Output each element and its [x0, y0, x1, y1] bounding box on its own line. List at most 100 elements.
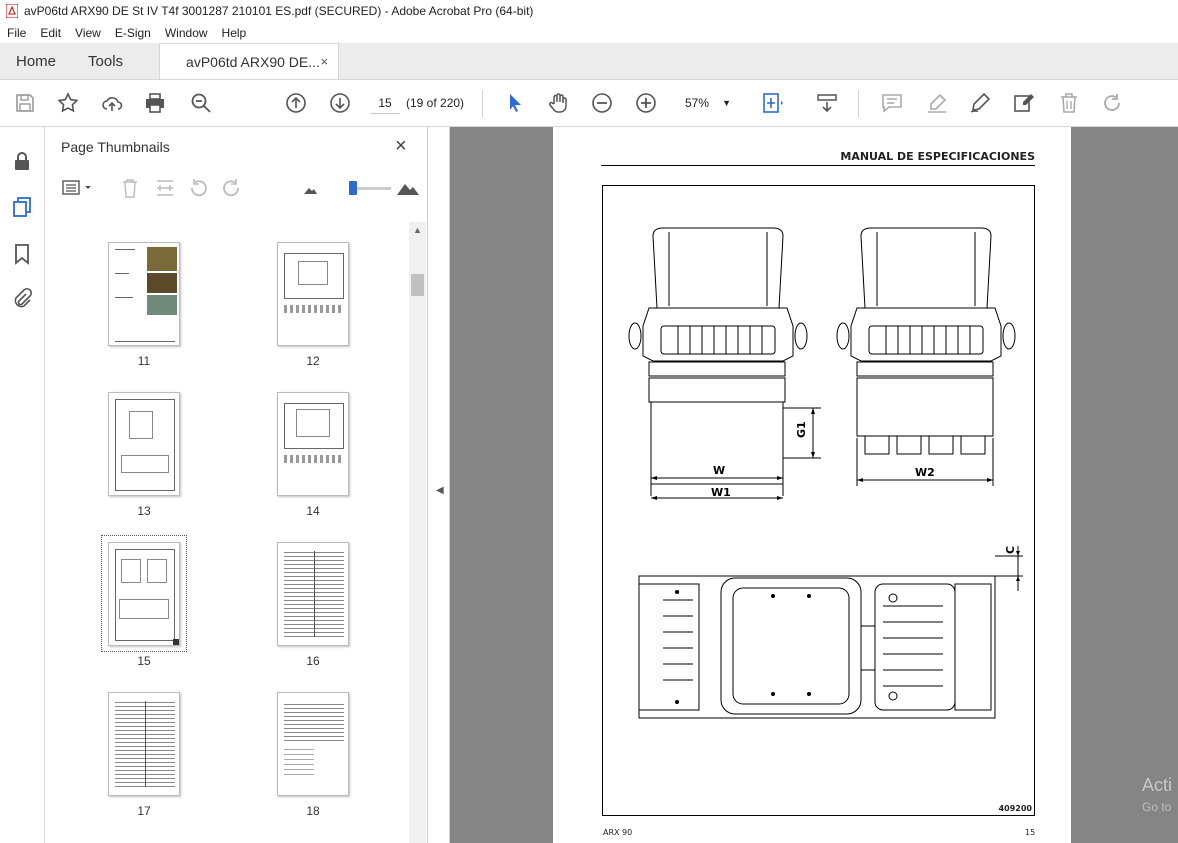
- highlight-icon[interactable]: [925, 91, 949, 115]
- thumbnail-small-icon[interactable]: [299, 177, 321, 199]
- thumbnail-list: 11 12 13 14 15 16 17 18: [45, 222, 409, 843]
- thumbnail-scrollbar[interactable]: ▲: [409, 222, 426, 843]
- thumbnail-image: [277, 242, 349, 346]
- page-count: (19 of 220): [406, 96, 465, 110]
- attachments-icon[interactable]: [10, 287, 34, 311]
- print-icon[interactable]: [143, 91, 167, 115]
- thumbnail-page-18[interactable]: 18: [277, 692, 349, 818]
- tab-home[interactable]: Home: [0, 43, 72, 79]
- thumbnail-page-13[interactable]: 13: [108, 392, 180, 518]
- delete-page-icon[interactable]: [119, 177, 141, 199]
- dim-w1: W1: [711, 486, 731, 499]
- thumbnail-label: 11: [137, 354, 151, 368]
- thumbnail-page-11[interactable]: 11: [108, 242, 180, 368]
- menu-window[interactable]: Window: [158, 26, 215, 40]
- page-down-icon[interactable]: [328, 91, 352, 115]
- tab-document[interactable]: avP06td ARX90 DE... ×: [159, 43, 340, 79]
- menu-help[interactable]: Help: [215, 26, 254, 40]
- drawing-frame: W W1 G1 W2 C 409200: [602, 185, 1035, 816]
- sign-icon[interactable]: [968, 91, 992, 115]
- thumbnail-image: [108, 542, 180, 646]
- thumbnail-image: [277, 542, 349, 646]
- scroll-up-icon[interactable]: ▲: [413, 225, 422, 235]
- thumbnails-panel: Page Thumbnails × 11 12 13 14 15 16 17 1…: [45, 127, 428, 843]
- window-title: avP06td ARX90 DE St IV T4f 3001287 21010…: [24, 4, 534, 18]
- tab-tools[interactable]: Tools: [72, 43, 139, 79]
- main-toolbar: 15 (19 of 220) 57% ▼: [0, 80, 1178, 127]
- left-rail: [0, 127, 45, 843]
- save-icon[interactable]: [13, 91, 37, 115]
- thumbnail-image: [108, 692, 180, 796]
- upload-icon[interactable]: [100, 91, 124, 115]
- page-number-input[interactable]: 15: [370, 92, 400, 114]
- thumbnail-label: 16: [306, 654, 320, 668]
- menu-edit[interactable]: Edit: [33, 26, 68, 40]
- select-cursor-icon[interactable]: [503, 91, 527, 115]
- thumbnail-page-12[interactable]: 12: [277, 242, 349, 368]
- fit-page-icon[interactable]: [760, 91, 784, 115]
- tab-close-icon[interactable]: ×: [320, 54, 328, 69]
- bookmark-star-icon[interactable]: [56, 91, 80, 115]
- acrobat-app-icon: [6, 4, 18, 18]
- rotate-icon[interactable]: [1100, 91, 1124, 115]
- tab-document-label: avP06td ARX90 DE...: [186, 53, 320, 70]
- comment-icon[interactable]: [880, 91, 904, 115]
- slider-knob[interactable]: [349, 181, 357, 195]
- dim-w2: W2: [915, 466, 935, 479]
- page-up-icon[interactable]: [284, 91, 308, 115]
- title-bar: avP06td ARX90 DE St IV T4f 3001287 21010…: [0, 0, 1178, 22]
- zoom-in-icon[interactable]: [634, 91, 658, 115]
- search-zoom-icon[interactable]: [189, 91, 213, 115]
- options-menu-icon[interactable]: [61, 177, 95, 199]
- scrollbar-thumb[interactable]: [411, 274, 424, 296]
- zoom-value: 57%: [685, 96, 710, 110]
- document-page: MANUAL DE ESPECIFICACIONES W W1 G1 W2 C …: [553, 127, 1071, 843]
- thumbnail-label: 17: [137, 804, 151, 818]
- figure-code: 409200: [998, 804, 1032, 813]
- thumbnail-size-slider[interactable]: [349, 181, 391, 195]
- panel-title: Page Thumbnails: [61, 139, 170, 155]
- page-thumbnails-icon[interactable]: [10, 195, 34, 219]
- lock-icon[interactable]: [10, 149, 34, 173]
- thumbnail-page-16[interactable]: 16: [277, 542, 349, 668]
- collapse-panel-icon[interactable]: ◀: [436, 485, 444, 496]
- thumbnail-label: 15: [137, 654, 151, 668]
- thumbnail-label: 12: [306, 354, 320, 368]
- dim-c: C: [1004, 546, 1017, 554]
- fill-sign-icon[interactable]: [1012, 91, 1036, 115]
- page-footer-model: ARX 90: [603, 828, 633, 837]
- thumbnail-page-14[interactable]: 14: [277, 392, 349, 518]
- zoom-select[interactable]: 57% ▼: [677, 92, 737, 114]
- menu-esign[interactable]: E-Sign: [108, 26, 158, 40]
- thumbnail-toolbar: [59, 177, 419, 203]
- rotate-cw-icon[interactable]: [221, 177, 243, 199]
- hand-icon[interactable]: [546, 91, 570, 115]
- dim-g1: G1: [795, 421, 808, 438]
- toolbar-divider: [482, 90, 483, 117]
- document-viewer[interactable]: MANUAL DE ESPECIFICACIONES W W1 G1 W2 C …: [450, 127, 1178, 843]
- thumbnail-label: 18: [306, 804, 320, 818]
- zoom-out-icon[interactable]: [590, 91, 614, 115]
- rotate-ccw-icon[interactable]: [187, 177, 209, 199]
- chevron-down-icon: ▼: [722, 98, 731, 108]
- menu-file[interactable]: File: [0, 26, 33, 40]
- menu-bar: File Edit View E-Sign Window Help: [0, 22, 1178, 43]
- bookmarks-icon[interactable]: [10, 242, 34, 266]
- menu-view[interactable]: View: [68, 26, 108, 40]
- extract-page-icon[interactable]: [154, 177, 176, 199]
- page-header: MANUAL DE ESPECIFICACIONES: [601, 150, 1035, 166]
- dim-w: W: [713, 464, 725, 477]
- tab-bar: Home Tools avP06td ARX90 DE... ×: [0, 43, 1178, 80]
- thumbnail-page-17[interactable]: 17: [108, 692, 180, 818]
- thumbnail-label: 13: [137, 504, 151, 518]
- thumbnail-page-15[interactable]: 15: [108, 542, 180, 668]
- activation-watermark-sub: Go to: [1142, 800, 1172, 814]
- delete-icon[interactable]: [1057, 91, 1081, 115]
- thumbnail-image: [277, 692, 349, 796]
- machine-dimension-drawing: W W1 G1 W2 C: [628, 227, 1023, 719]
- panel-splitter[interactable]: ◀: [428, 127, 450, 843]
- panel-close-icon[interactable]: ×: [395, 135, 407, 158]
- scroll-mode-icon[interactable]: [815, 91, 839, 115]
- thumbnail-large-icon[interactable]: [395, 177, 421, 199]
- page-footer-number: 15: [1025, 828, 1036, 837]
